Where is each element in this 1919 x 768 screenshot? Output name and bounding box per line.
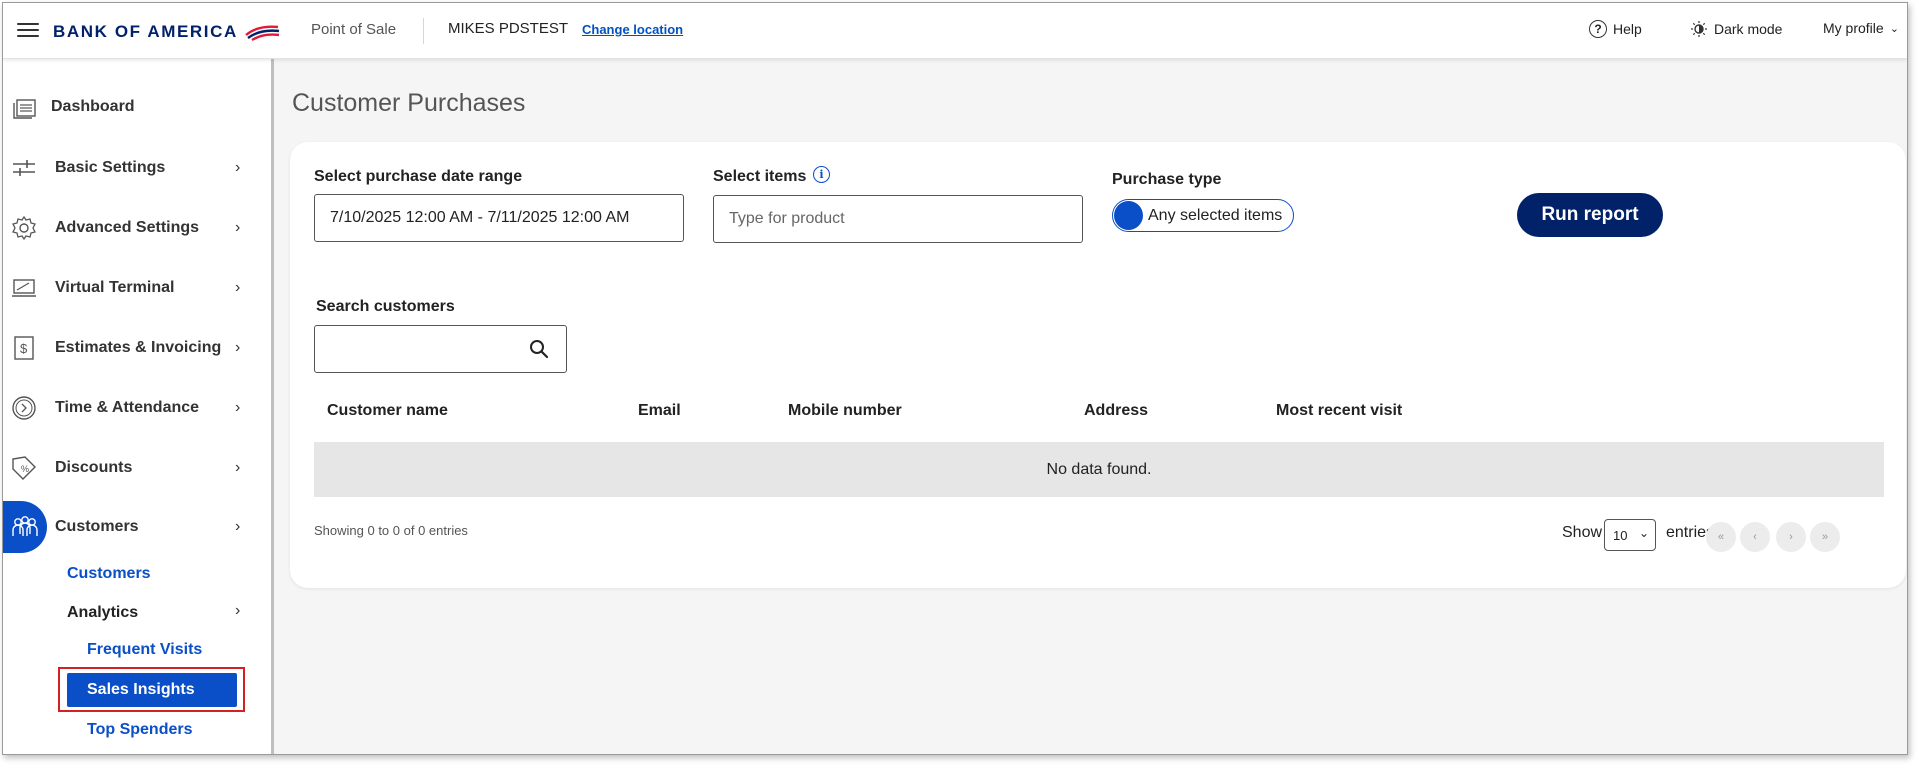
dark-mode-label: Dark mode: [1714, 21, 1783, 37]
column-header-email[interactable]: Email: [638, 402, 681, 420]
page-title: Customer Purchases: [292, 89, 526, 117]
sidebar-item-virtual-terminal[interactable]: Virtual Terminal ›: [3, 264, 271, 312]
sidebar-item-advanced-settings[interactable]: Advanced Settings ›: [3, 204, 271, 252]
top-header: BANK OF AMERICA Point of Sale MIKES PDST…: [3, 3, 1907, 59]
sidebar-item-estimates-invoicing[interactable]: $ Estimates & Invoicing ›: [3, 324, 271, 372]
tag-icon: %: [11, 455, 37, 481]
sidebar-item-basic-settings[interactable]: Basic Settings ›: [3, 144, 271, 192]
header-divider: [423, 18, 424, 44]
column-header-most-recent-visit[interactable]: Most recent visit: [1276, 402, 1402, 420]
report-card: Select purchase date range 7/10/2025 12:…: [290, 142, 1906, 588]
brand-logo: BANK OF AMERICA: [53, 22, 280, 42]
sidebar-item-label: Dashboard: [51, 98, 135, 115]
dashboard-icon: [11, 94, 37, 120]
page-size-select[interactable]: 10 ⌄: [1604, 519, 1656, 551]
page-size-value: 10: [1613, 527, 1628, 543]
sidebar-item-label: Discounts: [55, 459, 133, 476]
chevron-down-icon: ⌄: [1889, 22, 1899, 35]
date-range-label: Select purchase date range: [314, 168, 523, 185]
brightness-icon: [1691, 21, 1707, 37]
table-header: Customer name Email Mobile number Addres…: [314, 402, 1884, 434]
help-button[interactable]: ? Help: [1589, 20, 1642, 38]
sliders-icon: [11, 155, 37, 181]
info-icon[interactable]: i: [813, 166, 830, 183]
purchase-type-toggle[interactable]: Any selected items: [1112, 199, 1294, 232]
show-label: Show: [1562, 524, 1603, 541]
profile-label: My profile: [1823, 20, 1884, 36]
profile-menu[interactable]: My profile ⌄: [1823, 20, 1899, 36]
chevron-right-icon: ›: [235, 459, 241, 476]
sidebar-item-label: Estimates & Invoicing: [55, 339, 222, 356]
last-page-button[interactable]: »: [1810, 522, 1840, 552]
previous-page-button[interactable]: ‹: [1740, 522, 1770, 552]
laptop-icon: [11, 275, 37, 301]
gear-icon: [11, 215, 37, 241]
sidebar-item-time-attendance[interactable]: Time & Attendance ›: [3, 384, 271, 432]
chevron-down-icon: ⌄: [1638, 526, 1649, 540]
run-report-button[interactable]: Run report: [1517, 193, 1663, 237]
toggle-knob: [1114, 201, 1143, 230]
date-range-input[interactable]: 7/10/2025 12:00 AM - 7/11/2025 12:00 AM: [314, 194, 684, 242]
brand-name: BANK OF AMERICA: [53, 22, 238, 41]
dark-mode-toggle[interactable]: Dark mode: [1690, 20, 1782, 38]
sidebar-item-discounts[interactable]: % Discounts ›: [3, 444, 271, 492]
app-window: BANK OF AMERICA Point of Sale MIKES PDST…: [2, 2, 1908, 755]
sidebar-divider: [271, 59, 274, 754]
chevron-right-icon: ›: [235, 602, 241, 619]
subnav-analytics[interactable]: Analytics: [67, 604, 138, 622]
chevron-right-icon: ›: [235, 518, 241, 535]
change-location-link[interactable]: Change location: [582, 22, 683, 37]
column-header-address[interactable]: Address: [1084, 402, 1148, 420]
chevron-right-icon: ›: [235, 219, 241, 236]
entries-summary: Showing 0 to 0 of 0 entries: [314, 523, 468, 538]
location-name: MIKES PDSTEST: [448, 20, 569, 37]
flag-logo-icon: [245, 25, 280, 41]
search-icon[interactable]: [528, 338, 550, 360]
sidebar-item-label: Time & Attendance: [55, 399, 200, 416]
help-label: Help: [1613, 21, 1642, 37]
select-items-input[interactable]: Type for product: [713, 195, 1083, 243]
purchase-type-value: Any selected items: [1148, 206, 1283, 224]
svg-text:%: %: [21, 464, 29, 474]
sidebar-item-label: Virtual Terminal: [55, 279, 175, 296]
subnav-top-spenders[interactable]: Top Spenders: [87, 721, 193, 739]
sidebar-item-label: Basic Settings: [55, 159, 166, 176]
chevron-right-icon: ›: [235, 159, 241, 176]
subnav-frequent-visits[interactable]: Frequent Visits: [87, 641, 202, 659]
subnav-sales-insights[interactable]: Sales Insights: [67, 673, 237, 707]
column-header-mobile-number[interactable]: Mobile number: [788, 402, 902, 420]
empty-table-message: No data found.: [314, 442, 1884, 497]
svg-text:$: $: [20, 341, 28, 356]
clock-icon: [11, 395, 37, 421]
subnav-customers[interactable]: Customers: [67, 565, 151, 583]
sidebar-item-customers[interactable]: Customers ›: [3, 501, 271, 553]
chevron-right-icon: ›: [235, 339, 241, 356]
invoice-icon: $: [11, 335, 37, 361]
select-items-label: Select items: [713, 168, 807, 185]
next-page-button[interactable]: ›: [1776, 522, 1806, 552]
chevron-right-icon: ›: [235, 399, 241, 416]
sidebar-item-label: Customers: [55, 518, 139, 535]
sidebar-item-label: Advanced Settings: [55, 219, 200, 236]
chevron-right-icon: ›: [235, 279, 241, 296]
purchase-type-label: Purchase type: [1112, 171, 1222, 188]
help-icon: ?: [1589, 20, 1607, 38]
people-icon: [3, 501, 47, 553]
search-customers-label: Search customers: [316, 298, 455, 315]
sidebar-item-dashboard[interactable]: Dashboard: [3, 83, 271, 131]
hamburger-menu-icon[interactable]: [17, 23, 39, 39]
app-name: Point of Sale: [311, 21, 397, 38]
column-header-customer-name[interactable]: Customer name: [327, 402, 448, 420]
first-page-button[interactable]: «: [1706, 522, 1736, 552]
